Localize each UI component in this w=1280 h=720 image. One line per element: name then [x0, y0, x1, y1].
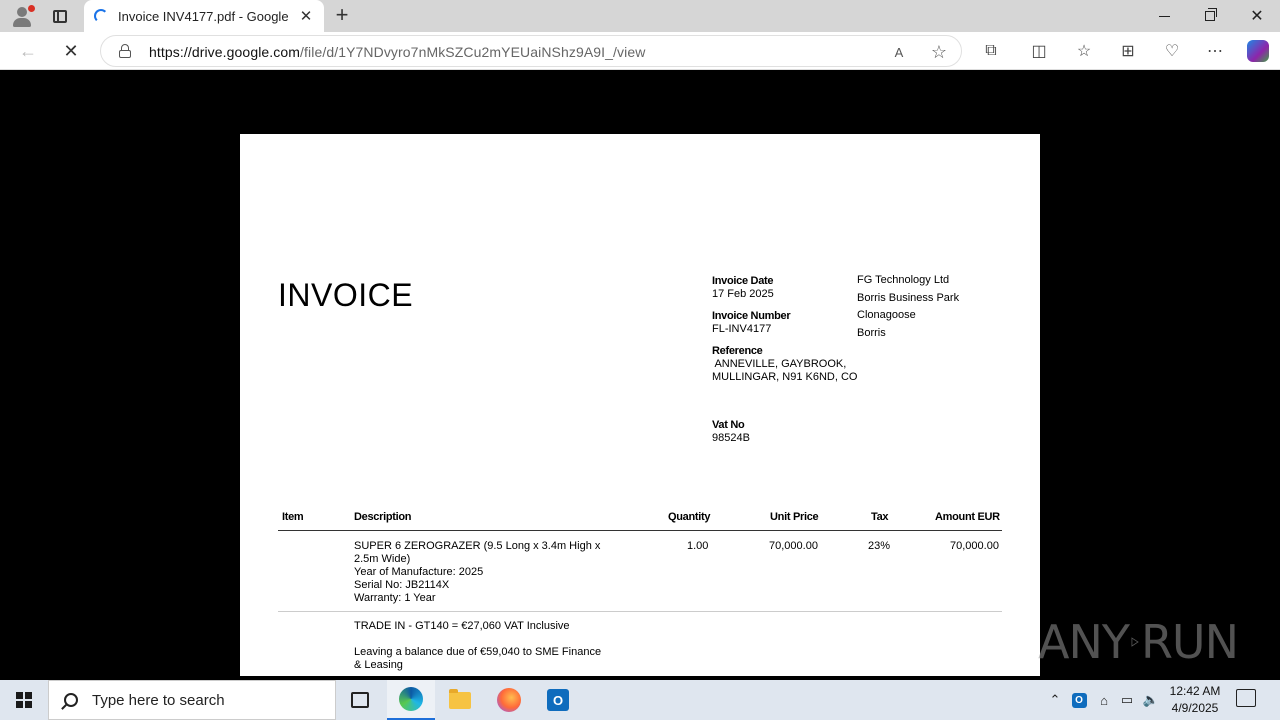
trade-in-line: TRADE IN - GT140 = €27,060 VAT Inclusive — [354, 620, 570, 632]
clock[interactable]: 12:42 AM 4/9/2025 — [1166, 683, 1224, 717]
anyrun-watermark: ANY RUN — [1038, 610, 1239, 674]
seller-line: Borris Business Park — [857, 291, 960, 304]
trade-in-note: TRADE IN - GT140 = €27,060 VAT Inclusive… — [354, 620, 601, 672]
file-explorer-icon[interactable] — [436, 680, 484, 720]
tab-actions-icon[interactable] — [46, 5, 74, 27]
play-triangle-icon — [1131, 637, 1139, 647]
table-header: Item Description Quantity Unit Price Tax… — [278, 509, 1002, 531]
taskbar-search[interactable]: Type here to search — [48, 680, 336, 720]
seller-address: FG Technology Ltd Borris Business Park C… — [857, 272, 959, 343]
invoice-date: 17 Feb 2025 — [712, 288, 774, 300]
vat-block: Vat No 98524B — [712, 419, 750, 445]
description-line: SUPER 6 ZEROGRAZER (9.5 Long x 3.4m High… — [354, 540, 601, 552]
profile-icon[interactable] — [8, 4, 36, 28]
clock-date: 4/9/2025 — [1171, 701, 1219, 715]
description-line: 2.5m Wide) — [354, 553, 411, 565]
item-quantity: 1.00 — [687, 540, 709, 552]
copilot-icon[interactable] — [1245, 38, 1271, 64]
task-view-icon[interactable] — [336, 680, 384, 720]
header-amount: Amount EUR — [935, 511, 1000, 523]
balance-line-2: & Leasing — [354, 659, 403, 671]
browser-tab[interactable]: Invoice INV4177.pdf - Google Dri ✕ — [84, 0, 324, 32]
clock-time: 12:42 AM — [1169, 684, 1221, 698]
invoice-date-block: Invoice Date 17 Feb 2025 — [712, 275, 774, 301]
header-tax: Tax — [871, 511, 889, 523]
back-arrow-icon[interactable]: ← — [15, 38, 41, 64]
balance-line: Leaving a balance due of €59,040 to SME … — [354, 646, 602, 658]
close-icon[interactable]: ✕ — [298, 7, 314, 25]
wifi-icon[interactable]: ⌂ — [1094, 680, 1114, 720]
close-window-icon[interactable]: ✕ — [1234, 0, 1280, 32]
favorites-icon[interactable]: ☆ — [1071, 38, 1097, 64]
search-icon — [64, 693, 78, 707]
table-row: SUPER 6 ZEROGRAZER (9.5 Long x 3.4m High… — [278, 538, 1002, 612]
stop-icon[interactable]: ✕ — [58, 38, 84, 64]
browser-toolbar: ← ✕ https://drive.google.com/file/d/1Y7N… — [0, 32, 1280, 70]
browser-tab-strip: Invoice INV4177.pdf - Google Dri ✕ + ✕ — [0, 0, 1280, 32]
description-line: Year of Manufacture: 2025 — [354, 566, 484, 578]
vat-number: 98524B — [712, 432, 750, 444]
vat-label: Vat No — [712, 419, 745, 431]
header-description: Description — [354, 511, 412, 523]
windows-start-icon[interactable] — [0, 680, 48, 720]
item-amount: 70,000.00 — [950, 540, 999, 552]
extensions-icon[interactable]: ⧉ — [978, 38, 1004, 64]
read-aloud-icon[interactable]: A — [888, 41, 910, 63]
firefox-icon[interactable] — [485, 680, 533, 720]
address-bar[interactable]: https://drive.google.com/file/d/1Y7NDvyr… — [100, 35, 962, 67]
description-line: Serial No: JB2114X — [354, 579, 450, 591]
seller-line: Clonagoose — [857, 309, 916, 322]
screen: Invoice INV4177.pdf - Google Dri ✕ + ✕ ←… — [0, 0, 1280, 720]
url-text[interactable]: https://drive.google.com/file/d/1Y7NDvyr… — [149, 44, 645, 60]
outlook-tray-icon[interactable]: O — [1069, 680, 1089, 720]
invoice-number-block: Invoice Number FL-INV4177 — [712, 310, 791, 336]
invoice-number: FL-INV4177 — [712, 323, 772, 335]
watermark-right-text: RUN — [1140, 615, 1239, 669]
invoice-number-label: Invoice Number — [712, 310, 791, 322]
lock-icon[interactable] — [119, 44, 131, 58]
item-unit-price: 70,000.00 — [769, 540, 818, 552]
network-icon[interactable]: ▭ — [1117, 680, 1137, 720]
item-description: SUPER 6 ZEROGRAZER (9.5 Long x 3.4m High… — [354, 540, 600, 605]
maximize-icon[interactable] — [1187, 0, 1233, 32]
pdf-viewer[interactable]: INVOICE Invoice Date 17 Feb 2025 Invoice… — [4, 70, 1277, 676]
notification-icon[interactable] — [1236, 689, 1256, 707]
header-item: Item — [282, 511, 304, 523]
chevron-up-icon[interactable]: ⌃ — [1046, 680, 1064, 720]
description-line: Warranty: 1 Year — [354, 592, 436, 604]
tab-title: Invoice INV4177.pdf - Google Dri — [118, 8, 292, 24]
seller-line: Borris — [857, 327, 886, 340]
item-tax: 23% — [868, 540, 891, 552]
performance-icon[interactable]: ♡ — [1159, 38, 1185, 64]
watermark-left-text: ANY — [1038, 615, 1130, 669]
seller-line: FG Technology Ltd — [857, 274, 950, 286]
minimize-icon[interactable] — [1141, 0, 1187, 32]
edge-icon[interactable] — [387, 680, 435, 720]
reference-line-1: ANNEVILLE, GAYBROOK, — [712, 358, 847, 370]
plus-icon[interactable]: + — [330, 4, 354, 28]
outlook-icon[interactable]: O — [534, 680, 582, 720]
split-screen-icon[interactable]: ◫ — [1026, 38, 1052, 64]
more-icon[interactable]: ⋯ — [1202, 38, 1228, 64]
header-quantity: Quantity — [668, 511, 711, 523]
volume-icon[interactable]: 🔈 — [1140, 680, 1162, 720]
taskbar: Type here to search O ⌃ O ⌂ ▭ 🔈 12:42 AM… — [0, 680, 1280, 720]
reference-line-2: MULLINGAR, N91 K6ND, CO — [712, 371, 858, 383]
collections-icon[interactable]: ⊞ — [1115, 38, 1141, 64]
header-unit-price: Unit Price — [770, 511, 819, 523]
pdf-page: INVOICE Invoice Date 17 Feb 2025 Invoice… — [240, 134, 1040, 676]
loading-spinner-icon — [94, 9, 108, 23]
search-placeholder: Type here to search — [92, 691, 225, 709]
favorite-star-icon[interactable]: ☆ — [928, 41, 950, 63]
reference-label: Reference — [712, 345, 763, 357]
reference-block: Reference ANNEVILLE, GAYBROOK, MULLINGAR… — [712, 345, 857, 384]
invoice-date-label: Invoice Date — [712, 275, 774, 287]
invoice-title: INVOICE — [278, 277, 414, 313]
